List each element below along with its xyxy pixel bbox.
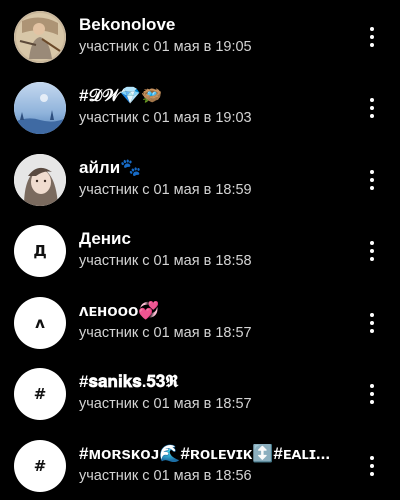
member-avatar-letter[interactable]: # bbox=[14, 440, 66, 492]
avatar-initial: # bbox=[33, 385, 47, 403]
girl-portrait-photo bbox=[14, 154, 66, 206]
blue-sky-landscape-photo bbox=[14, 82, 66, 134]
avatar-initial: ʌ bbox=[35, 314, 45, 332]
member-name: Bekonolove bbox=[79, 15, 176, 34]
member-list: Bekonolove участник с 01 мая в 19:05 #𝒟𝒲… bbox=[0, 0, 400, 500]
member-avatar-letter[interactable]: Д bbox=[14, 225, 66, 277]
member-name: айли🐾 bbox=[79, 158, 142, 177]
person-with-fan-photo bbox=[14, 11, 66, 63]
member-avatar-letter[interactable]: # bbox=[14, 368, 66, 420]
member-joined-time: участник с 01 мая в 18:59 bbox=[79, 182, 252, 198]
member-name: #𝒟𝒲💎🪺 bbox=[79, 86, 163, 105]
more-vertical-icon[interactable] bbox=[368, 313, 376, 333]
member-row[interactable]: айли🐾 участник с 01 мая в 18:59 bbox=[0, 143, 400, 213]
member-name: #ᴍᴏʀsᴋᴏᴊ🌊#ʀᴏʟᴇᴠɪᴋ↕️#ᴇᴀʟɪ... bbox=[79, 444, 331, 463]
more-vertical-icon[interactable] bbox=[368, 241, 376, 261]
avatar-initial: Д bbox=[33, 242, 47, 260]
member-name: ʌᴇʜᴏᴏᴏ💞 bbox=[79, 301, 160, 320]
member-avatar-photo[interactable] bbox=[14, 11, 66, 63]
more-vertical-icon[interactable] bbox=[368, 98, 376, 118]
member-avatar-photo[interactable] bbox=[14, 154, 66, 206]
avatar-initial: # bbox=[33, 457, 47, 475]
member-row[interactable]: # #𝐬𝐚𝐧𝐢𝐤𝐬.𝟓𝟑𝕽 участник с 01 мая в 18:57 bbox=[0, 357, 400, 427]
member-joined-time: участник с 01 мая в 19:03 bbox=[79, 110, 252, 126]
member-name: Денис bbox=[79, 229, 131, 248]
member-avatar-photo[interactable] bbox=[14, 82, 66, 134]
member-avatar-letter[interactable]: ʌ bbox=[14, 297, 66, 349]
member-row[interactable]: Bekonolove участник с 01 мая в 19:05 bbox=[0, 0, 400, 70]
member-row[interactable]: # #ᴍᴏʀsᴋᴏᴊ🌊#ʀᴏʟᴇᴠɪᴋ↕️#ᴇᴀʟɪ... участник с… bbox=[0, 429, 400, 499]
member-row[interactable]: ʌ ʌᴇʜᴏᴏᴏ💞 участник с 01 мая в 18:57 bbox=[0, 286, 400, 356]
more-vertical-icon[interactable] bbox=[368, 384, 376, 404]
member-joined-time: участник с 01 мая в 18:58 bbox=[79, 253, 252, 269]
member-name: #𝐬𝐚𝐧𝐢𝐤𝐬.𝟓𝟑𝕽 bbox=[79, 372, 179, 391]
member-row[interactable]: #𝒟𝒲💎🪺 участник с 01 мая в 19:03 bbox=[0, 71, 400, 141]
member-joined-time: участник с 01 мая в 18:57 bbox=[79, 396, 252, 412]
member-joined-time: участник с 01 мая в 19:05 bbox=[79, 39, 252, 55]
more-vertical-icon[interactable] bbox=[368, 27, 376, 47]
more-vertical-icon[interactable] bbox=[368, 170, 376, 190]
member-row[interactable]: Д Денис участник с 01 мая в 18:58 bbox=[0, 214, 400, 284]
member-joined-time: участник с 01 мая в 18:56 bbox=[79, 468, 252, 484]
member-joined-time: участник с 01 мая в 18:57 bbox=[79, 325, 252, 341]
more-vertical-icon[interactable] bbox=[368, 456, 376, 476]
